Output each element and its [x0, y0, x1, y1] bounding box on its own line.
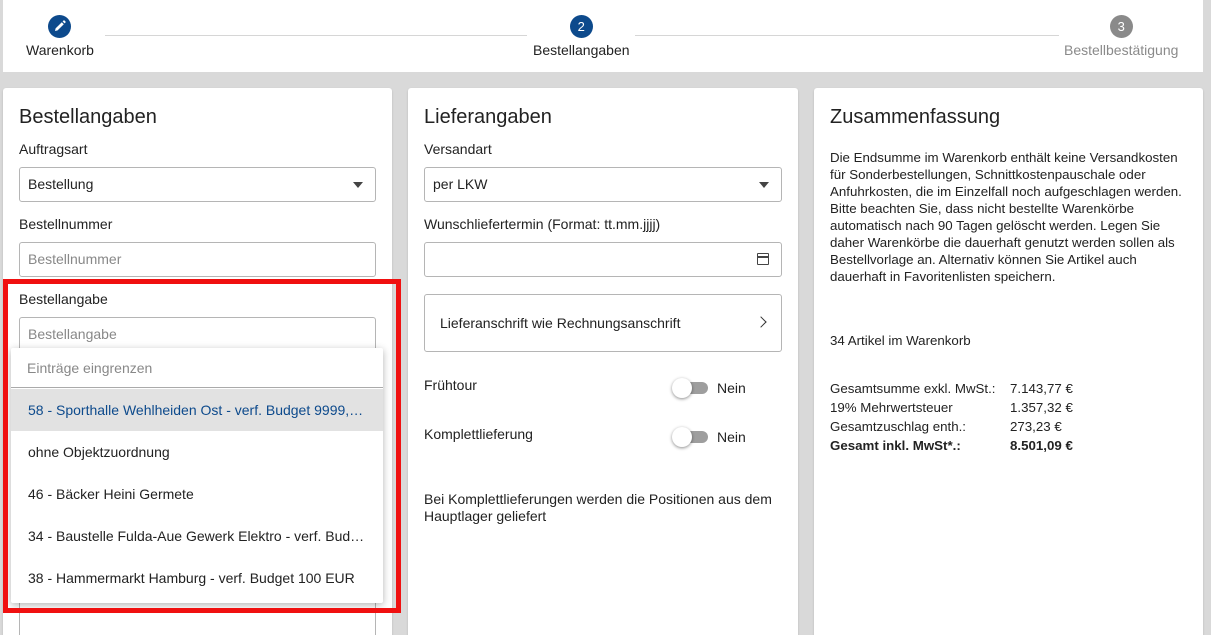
- wunschliefertermin-label: Wunschliefertermin (Format: tt.mm.jjjj): [424, 216, 661, 232]
- bestellnummer-placeholder: Bestellnummer: [28, 251, 122, 267]
- chevron-right-icon: [755, 316, 767, 328]
- komplettlieferung-info: Bei Komplettlieferungen werden die Posit…: [424, 491, 772, 524]
- zusammenfassung-card: Zusammenfassung Die Endsumme im Warenkor…: [814, 88, 1203, 635]
- card-title: Lieferangaben: [424, 106, 552, 128]
- totals-label: Gesamt inkl. MwSt*.:: [830, 438, 961, 453]
- card-title: Zusammenfassung: [830, 106, 1001, 128]
- totals-value: 1.357,32 €: [1010, 400, 1073, 415]
- fruehtour-toggle[interactable]: [672, 378, 710, 398]
- bestellnummer-input[interactable]: Bestellnummer: [19, 242, 376, 277]
- dropdown-item[interactable]: 38 - Hammermarkt Hamburg - verf. Budget …: [11, 557, 383, 599]
- step-label: Bestellbestätigung: [1064, 42, 1179, 58]
- dropdown-item[interactable]: ohne Objektzuordnung: [11, 431, 383, 473]
- lieferanschrift-button[interactable]: Lieferanschrift wie Rechnungsanschrift: [424, 294, 782, 352]
- totals-label: Gesamtsumme exkl. MwSt.:: [830, 381, 996, 396]
- bestellangabe-input[interactable]: Bestellangabe: [19, 317, 376, 352]
- article-count: 34 Artikel im Warenkorb: [830, 333, 971, 348]
- step-number: 2: [569, 15, 593, 38]
- toggle-knob: [672, 378, 692, 398]
- auftragsart-label: Auftragsart: [19, 141, 88, 157]
- pencil-icon: [48, 15, 72, 38]
- step-number: 3: [1109, 15, 1133, 38]
- totals-row: Gesamtzuschlag enth.: 273,23 €: [830, 417, 1073, 436]
- step-warenkorb[interactable]: Warenkorb: [26, 15, 94, 58]
- bestellangabe-placeholder: Bestellangabe: [28, 326, 117, 342]
- step-label: Warenkorb: [26, 42, 94, 58]
- wunschliefertermin-input[interactable]: [424, 242, 782, 277]
- totals-value: 273,23 €: [1010, 419, 1062, 434]
- totals-row-grand: Gesamt inkl. MwSt*.: 8.501,09 €: [830, 436, 1073, 455]
- bestellangabe-label: Bestellangabe: [19, 291, 108, 307]
- card-title: Bestellangaben: [19, 106, 157, 128]
- summary-notice: Die Endsumme im Warenkorb enthält keine …: [830, 150, 1182, 284]
- versandart-select[interactable]: per LKW: [424, 167, 782, 202]
- lieferanschrift-label: Lieferanschrift wie Rechnungsanschrift: [440, 315, 681, 331]
- lieferangaben-card: Lieferangaben Versandart per LKW Wunschl…: [408, 88, 798, 635]
- totals-row: 19% Mehrwertsteuer 1.357,32 €: [830, 398, 1073, 417]
- checkout-stepper: Warenkorb 2 Bestellangaben 3 Bestellbest…: [3, 0, 1203, 72]
- totals-label: Gesamtzuschlag enth.:: [830, 419, 966, 434]
- versandart-label: Versandart: [424, 141, 492, 157]
- komplettlieferung-toggle[interactable]: [672, 427, 710, 447]
- bestellnummer-label: Bestellnummer: [19, 216, 113, 232]
- step-bestellbestaetigung: 3 Bestellbestätigung: [1064, 15, 1178, 58]
- bottom-textarea[interactable]: [19, 600, 376, 635]
- totals-label: 19% Mehrwertsteuer: [830, 400, 953, 415]
- dropdown-item[interactable]: 34 - Baustelle Fulda-Aue Gewerk Elektro …: [11, 515, 383, 557]
- dropdown-item[interactable]: 58 - Sporthalle Wehlheiden Ost - verf. B…: [11, 389, 383, 431]
- step-label: Bestellangaben: [533, 42, 630, 58]
- versandart-value: per LKW: [433, 176, 488, 192]
- komplettlieferung-label: Komplettlieferung: [424, 426, 533, 442]
- toggle-knob: [672, 427, 692, 447]
- totals-row: Gesamtsumme exkl. MwSt.: 7.143,77 €: [830, 379, 1073, 398]
- dropdown-filter-input[interactable]: Einträge eingrenzen: [11, 348, 383, 388]
- dropdown-item[interactable]: 46 - Bäcker Heini Germete: [11, 473, 383, 515]
- fruehtour-value: Nein: [717, 380, 746, 396]
- step-connector: [635, 35, 1059, 36]
- totals-value: 8.501,09 €: [1010, 438, 1073, 453]
- auftragsart-select[interactable]: Bestellung: [19, 167, 376, 202]
- caret-down-icon: [353, 182, 363, 188]
- caret-down-icon: [759, 182, 769, 188]
- calendar-icon[interactable]: [757, 253, 769, 265]
- komplettlieferung-value: Nein: [717, 429, 746, 445]
- fruehtour-label: Frühtour: [424, 377, 477, 393]
- auftragsart-value: Bestellung: [28, 176, 94, 192]
- bestellangabe-dropdown: Einträge eingrenzen 58 - Sporthalle Wehl…: [11, 348, 383, 603]
- totals-value: 7.143,77 €: [1010, 381, 1073, 396]
- step-bestellangaben[interactable]: 2 Bestellangaben: [533, 15, 630, 58]
- totals-table: Gesamtsumme exkl. MwSt.: 7.143,77 € 19% M…: [830, 379, 1073, 455]
- step-connector: [105, 35, 527, 36]
